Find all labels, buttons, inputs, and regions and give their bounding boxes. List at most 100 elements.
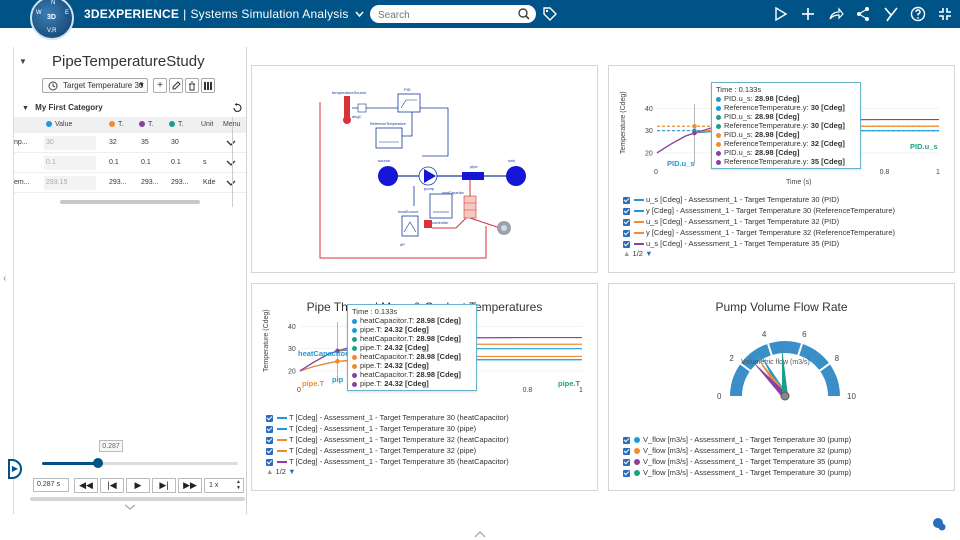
tools-icon[interactable]	[883, 6, 899, 22]
reset-icon[interactable]	[232, 103, 242, 113]
pager-up-icon[interactable]: ▲	[623, 249, 630, 258]
legend-item[interactable]: u_s [Cdeg] - Assessment_1 - Target Tempe…	[623, 216, 895, 227]
legend-item[interactable]: V_flow [m3/s] - Assessment_1 - Target Te…	[623, 456, 851, 467]
legend-item[interactable]: T [Cdeg] - Assessment_1 - Target Tempera…	[266, 412, 509, 423]
chevron-down-icon[interactable]	[226, 160, 236, 168]
tooltip-value: 28.98 [Cdeg]	[416, 352, 461, 361]
column-t1[interactable]: T.	[109, 117, 123, 133]
share-icon[interactable]	[828, 6, 844, 22]
legend-item[interactable]: y [Cdeg] - Assessment_1 - Target Tempera…	[623, 205, 895, 216]
table-view-button[interactable]	[201, 78, 215, 93]
chevron-down-icon[interactable]	[226, 180, 236, 188]
skip-start-button[interactable]: ◀◀	[74, 478, 98, 493]
collapse-category-icon[interactable]: ▼	[22, 105, 29, 112]
tooltip-rows: heatCapacitor.T: 28.98 [Cdeg] pipe.T: 24.…	[352, 316, 472, 388]
legend-item[interactable]: V_flow [m3/s] - Assessment_1 - Target Te…	[623, 445, 851, 456]
legend-checkbox[interactable]	[623, 458, 630, 466]
legend-item[interactable]: T [Cdeg] - Assessment_1 - Target Tempera…	[266, 445, 509, 456]
system-diagram[interactable]: temperatureSource degC PID ReferenceTemp…	[252, 66, 599, 274]
collaborate-icon[interactable]	[855, 6, 871, 22]
row-value-input[interactable]: 293.15	[44, 176, 96, 190]
chevron-down-icon[interactable]	[226, 140, 236, 148]
column-value[interactable]: Value	[46, 117, 72, 133]
table-horizontal-scrollbar[interactable]	[60, 200, 200, 204]
compass-icon[interactable]: N W 3D E V,R	[30, 0, 74, 40]
legend-pager[interactable]: ▲ 1/2 ▼	[266, 467, 296, 476]
pump-flow-gauge[interactable]: 0 2 4 6 8 10 Volumetric flow (m3/s)	[609, 314, 956, 444]
legend-item[interactable]: T [Cdeg] - Assessment_1 - Target Tempera…	[266, 423, 509, 434]
step-back-button[interactable]: |◀	[100, 478, 124, 493]
tooltip-label: heatCapacitor.T:	[360, 316, 417, 325]
legend-checkbox[interactable]	[266, 447, 273, 455]
y-tick-label: 40	[288, 324, 296, 331]
edit-scenario-button[interactable]	[169, 78, 183, 93]
legend-item[interactable]: u_s [Cdeg] - Assessment_1 - Target Tempe…	[623, 194, 895, 205]
data-point[interactable]	[692, 124, 697, 129]
slider-handle[interactable]	[93, 458, 104, 468]
stepper-arrows-icon[interactable]: ▲ ▼	[236, 479, 241, 491]
feedback-icon[interactable]	[773, 6, 789, 22]
compass-east: E	[65, 10, 70, 16]
legend-item[interactable]: T [Cdeg] - Assessment_1 - Target Tempera…	[266, 434, 509, 445]
row-value-input[interactable]: 0.1	[44, 156, 96, 170]
collapse-icon[interactable]: ▼	[19, 57, 27, 66]
gauge-needle[interactable]	[781, 347, 788, 397]
legend-pager[interactable]: ▲ 1/2 ▼	[623, 249, 653, 258]
legend-checkbox[interactable]	[266, 436, 273, 444]
column-t2[interactable]: T.	[139, 117, 153, 133]
skip-end-button[interactable]: ▶▶	[178, 478, 202, 493]
data-point[interactable]	[692, 130, 697, 136]
chevron-up-icon[interactable]	[474, 530, 486, 538]
data-point[interactable]	[335, 359, 340, 364]
slider-tooltip: 0.287	[99, 440, 123, 452]
legend-item[interactable]: V_flow [m3/s] - Assessment_1 - Target Te…	[623, 434, 851, 445]
search-input[interactable]	[370, 6, 510, 25]
legend-checkbox[interactable]	[623, 218, 630, 226]
app-title[interactable]: Systems Simulation Analysis	[190, 7, 348, 21]
fullscreen-exit-icon[interactable]	[937, 6, 953, 22]
legend-checkbox[interactable]	[266, 414, 273, 422]
legend-item[interactable]: T [Cdeg] - Assessment_1 - Target Tempera…	[266, 456, 509, 467]
pager-up-icon[interactable]: ▲	[266, 467, 273, 476]
bottom-scrollbar[interactable]	[30, 497, 245, 501]
legend-checkbox[interactable]	[266, 458, 273, 466]
add-scenario-button[interactable]: +	[153, 78, 167, 93]
legend-item[interactable]: V_flow [m3/s] - Assessment_1 - Target Te…	[623, 467, 851, 478]
chevron-down-icon[interactable]	[355, 11, 364, 18]
play-side-button[interactable]: ▶	[8, 459, 22, 479]
add-icon[interactable]	[800, 6, 816, 22]
tooltip-value: 28.98 [Cdeg]	[416, 370, 461, 379]
help-icon[interactable]	[910, 6, 926, 22]
series-dot	[716, 132, 721, 138]
column-t3[interactable]: T.	[169, 117, 183, 133]
chevron-down-icon[interactable]	[124, 504, 136, 511]
legend-checkbox[interactable]	[623, 240, 630, 248]
legend-item[interactable]: y [Cdeg] - Assessment_1 - Target Tempera…	[623, 227, 895, 238]
delete-scenario-button[interactable]	[185, 78, 199, 93]
play-button[interactable]: ▶	[126, 478, 150, 493]
step-forward-button[interactable]: ▶|	[152, 478, 176, 493]
speed-stepper[interactable]: 1 x ▲ ▼	[204, 478, 244, 493]
legend-checkbox[interactable]	[623, 196, 630, 204]
tooltip-row: PID.u_s: 28.98 [Cdeg]	[716, 94, 856, 103]
legend-checkbox[interactable]	[623, 447, 630, 455]
search-icon[interactable]	[518, 8, 530, 20]
chevron-left-icon[interactable]: ‹	[3, 273, 6, 284]
time-input[interactable]: 0.287 s	[33, 478, 69, 492]
tag-icon[interactable]	[542, 6, 558, 22]
pager-down-icon[interactable]: ▼	[288, 467, 295, 476]
legend-checkbox[interactable]	[623, 469, 630, 477]
category-row[interactable]: ▼ My First Category	[14, 100, 246, 116]
time-slider[interactable]	[42, 458, 238, 468]
row-value-input[interactable]: 30	[44, 136, 96, 150]
legend-checkbox[interactable]	[623, 229, 630, 237]
scenario-select[interactable]: Target Temperature 30 ▼	[42, 78, 148, 93]
legend-checkbox[interactable]	[623, 436, 630, 444]
tooltip-label: PID.u_s:	[724, 94, 755, 103]
legend-checkbox[interactable]	[623, 207, 630, 215]
chat-icon[interactable]	[932, 517, 946, 531]
app-root: N W 3D E V,R 3DEXPERIENCE | Systems Simula…	[0, 0, 960, 540]
legend-checkbox[interactable]	[266, 425, 273, 433]
pager-down-icon[interactable]: ▼	[645, 249, 652, 258]
legend-item[interactable]: u_s [Cdeg] - Assessment_1 - Target Tempe…	[623, 238, 895, 249]
